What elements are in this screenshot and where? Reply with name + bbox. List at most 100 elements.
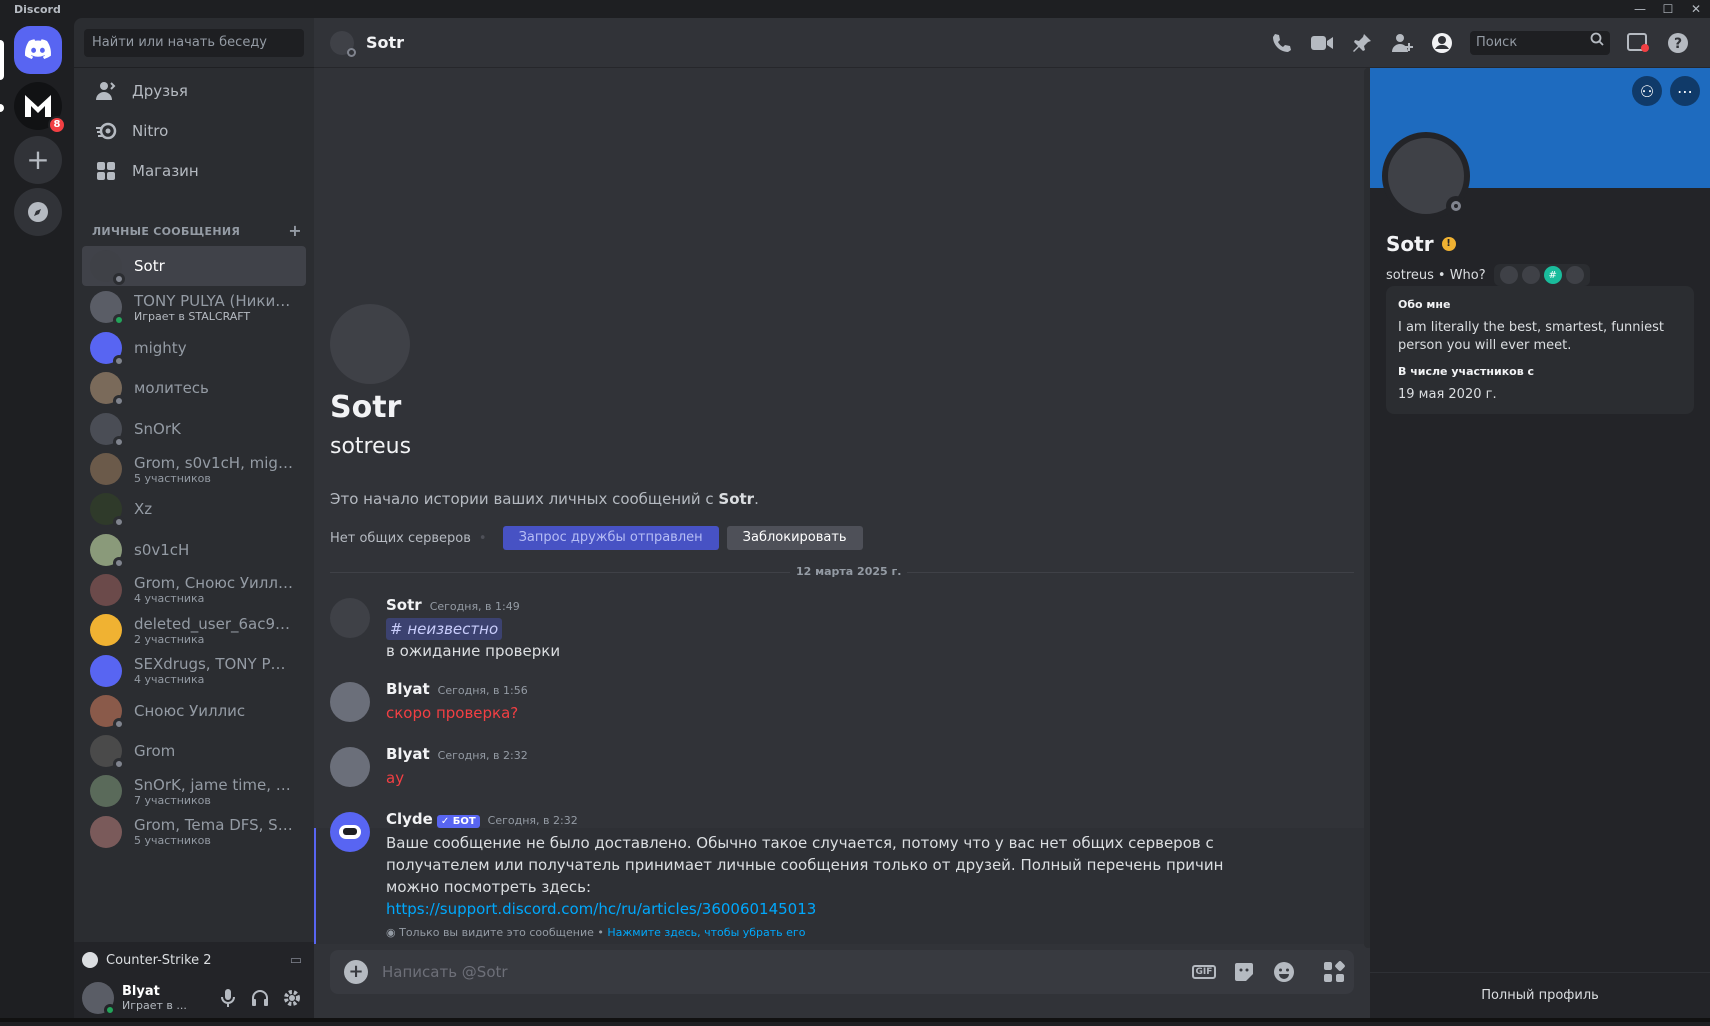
add-friend-icon[interactable]: ⚇ bbox=[1632, 76, 1662, 106]
about-card: Обо мне I am literally the best, smartes… bbox=[1386, 286, 1694, 414]
dm-name: mighty bbox=[134, 339, 187, 358]
close-icon[interactable]: ✕ bbox=[1682, 0, 1710, 18]
avatar[interactable] bbox=[82, 982, 116, 1016]
dm-item[interactable]: Grom, Tema DFS, SnO...5 участников bbox=[82, 812, 306, 852]
avatar[interactable] bbox=[330, 682, 370, 722]
dm-name: Grom, Tema DFS, SnO... bbox=[134, 816, 294, 835]
attach-plus-icon[interactable]: + bbox=[344, 960, 368, 984]
mention-badge: 8 bbox=[48, 116, 66, 134]
dm-name: deleted_user_6ac98a... bbox=[134, 614, 294, 633]
warning-icon[interactable]: ! bbox=[1441, 237, 1456, 251]
dm-item[interactable]: SnOrK bbox=[82, 409, 306, 449]
nav-shop[interactable]: Магазин bbox=[82, 150, 306, 192]
maximize-icon[interactable]: ☐ bbox=[1654, 0, 1682, 18]
message-time: Сегодня, в 2:32 bbox=[437, 749, 528, 762]
dm-item[interactable]: Сноюс Уиллис bbox=[82, 691, 306, 731]
support-link[interactable]: https://support.discord.com/hc/ru/articl… bbox=[386, 900, 816, 918]
dm-item[interactable]: Grom, s0v1cH, mighty...5 участников bbox=[82, 449, 306, 489]
window-controls: — ☐ ✕ bbox=[1626, 0, 1710, 18]
more-options-icon[interactable]: ⋯ bbox=[1670, 76, 1700, 106]
message-composer: + Написать @Sotr GIF bbox=[330, 950, 1354, 994]
message-author[interactable]: Blyat bbox=[386, 680, 430, 698]
activity-panel[interactable]: Counter-Strike 2 ▭ bbox=[74, 942, 314, 978]
status-indicator bbox=[113, 717, 125, 730]
emoji-icon[interactable] bbox=[1264, 961, 1304, 983]
block-button[interactable]: Заблокировать bbox=[726, 526, 863, 550]
avatar bbox=[90, 735, 125, 771]
badge-icon[interactable] bbox=[1521, 266, 1540, 284]
dm-item[interactable]: Sotr bbox=[82, 246, 306, 286]
dm-sidebar: Найти или начать беседу Друзья Nitro Маг… bbox=[74, 18, 314, 1018]
inbox-icon[interactable] bbox=[1618, 29, 1658, 57]
dm-item[interactable]: s0v1cH bbox=[82, 529, 306, 569]
message-author[interactable]: Clyde bbox=[386, 810, 433, 828]
channel-mention-chip[interactable]: # неизвестно bbox=[386, 618, 503, 640]
dm-name: молитесь bbox=[134, 379, 209, 398]
message-author[interactable]: Blyat bbox=[386, 745, 430, 763]
gif-icon[interactable]: GIF bbox=[1184, 965, 1224, 979]
avatar[interactable] bbox=[330, 747, 370, 787]
dm-item[interactable]: mighty bbox=[82, 328, 306, 368]
apps-icon[interactable] bbox=[1314, 961, 1354, 983]
home-button[interactable] bbox=[14, 26, 62, 74]
nav-friends[interactable]: Друзья bbox=[82, 70, 306, 112]
dm-header-label: ЛИЧНЫЕ СООБЩЕНИЯ bbox=[92, 225, 241, 238]
clyde-avatar[interactable] bbox=[330, 812, 370, 852]
dm-item[interactable]: SEXdrugs, TONY PUL... 4 участника bbox=[82, 650, 306, 690]
header-toolbar: Поиск ? bbox=[1262, 29, 1698, 57]
sticker-icon[interactable] bbox=[1224, 962, 1264, 982]
message-time: Сегодня, в 1:56 bbox=[437, 684, 528, 697]
user-profile-toggle-icon[interactable] bbox=[1422, 29, 1462, 57]
profile-avatar[interactable] bbox=[1382, 132, 1470, 220]
microphone-icon[interactable] bbox=[212, 984, 244, 1012]
friend-request-sent-button[interactable]: Запрос дружбы отправлен bbox=[502, 526, 719, 550]
badge-icon[interactable] bbox=[1499, 266, 1518, 284]
dm-item[interactable]: молитесь bbox=[82, 368, 306, 408]
search-input[interactable]: Поиск bbox=[1470, 31, 1610, 55]
discover-button[interactable] bbox=[14, 188, 62, 236]
dm-item[interactable]: TONY PULYA (Никита) Играет в STALCRAFT bbox=[82, 286, 306, 328]
header-title[interactable]: Sotr bbox=[366, 33, 404, 52]
avatar bbox=[90, 291, 125, 326]
full-profile-button[interactable]: Полный профиль bbox=[1370, 972, 1710, 1018]
minimize-icon[interactable]: — bbox=[1626, 0, 1654, 18]
message-input[interactable]: Написать @Sotr bbox=[382, 963, 1184, 981]
stream-icon[interactable]: ▭ bbox=[290, 953, 302, 968]
avatar[interactable] bbox=[330, 598, 370, 638]
dm-subtitle: 4 участника bbox=[134, 673, 205, 687]
message-author[interactable]: Sotr bbox=[386, 596, 422, 614]
bottom-strip bbox=[0, 1018, 1710, 1022]
add-friends-to-dm-icon[interactable] bbox=[1382, 29, 1422, 57]
headphones-icon[interactable] bbox=[244, 984, 276, 1012]
profile-username-row: sotreus • Who? # bbox=[1386, 264, 1590, 286]
dm-item[interactable]: Xz bbox=[82, 489, 306, 529]
dm-item[interactable]: Grom bbox=[82, 731, 306, 771]
hashtag-badge-icon[interactable]: # bbox=[1543, 266, 1562, 284]
dismiss-link[interactable]: Нажмите здесь, чтобы убрать его bbox=[607, 926, 805, 939]
user-name: Blyat bbox=[122, 984, 160, 999]
server-icon-m[interactable]: 8 bbox=[14, 82, 66, 134]
user-controls bbox=[212, 984, 308, 1012]
dm-item[interactable]: deleted_user_6ac98a... 2 участника bbox=[82, 610, 306, 650]
profile-name: Sotr bbox=[1386, 232, 1434, 256]
find-conversation-input[interactable]: Найти или начать беседу bbox=[84, 28, 304, 57]
dm-item[interactable]: SnOrK, jame time, Te... 7 участников bbox=[82, 771, 306, 811]
avatar bbox=[90, 493, 125, 529]
dm-name: Grom bbox=[134, 742, 176, 761]
nav-nitro[interactable]: Nitro bbox=[82, 110, 306, 152]
voice-call-icon[interactable] bbox=[1262, 29, 1302, 57]
add-server-button[interactable]: + bbox=[14, 136, 62, 184]
dm-item[interactable]: Grom, Сноюс Уиллис... 4 участника bbox=[82, 570, 306, 610]
find-bar: Найти или начать беседу bbox=[74, 18, 314, 68]
pinned-messages-icon[interactable] bbox=[1342, 29, 1382, 57]
intro-text: Это начало истории ваших личных сообщени… bbox=[330, 490, 759, 508]
titlebar: Discord — ☐ ✕ bbox=[0, 0, 1710, 18]
profile-pronouns: • Who? bbox=[1437, 267, 1486, 283]
help-icon[interactable]: ? bbox=[1658, 29, 1698, 57]
avatar bbox=[90, 573, 122, 606]
create-dm-plus-icon[interactable]: + bbox=[288, 223, 302, 239]
game-icon bbox=[82, 952, 98, 968]
badge-icon[interactable] bbox=[1565, 266, 1584, 284]
settings-gear-icon[interactable] bbox=[276, 984, 308, 1012]
video-call-icon[interactable] bbox=[1302, 29, 1342, 57]
